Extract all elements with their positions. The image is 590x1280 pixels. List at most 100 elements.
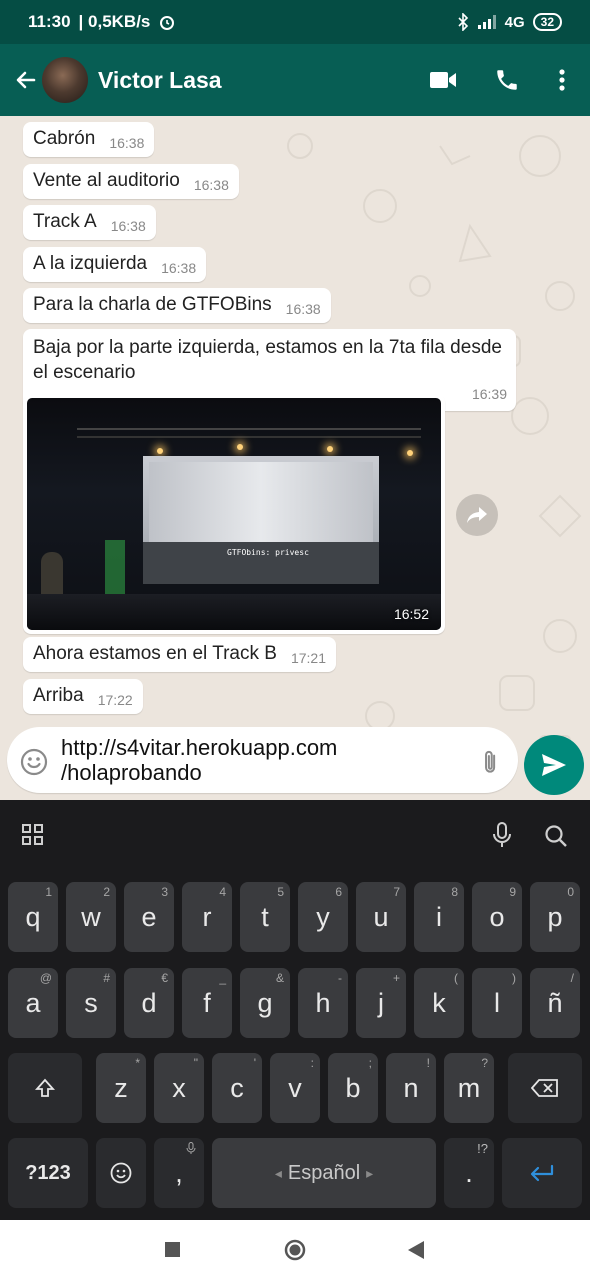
letter-key[interactable]: g & [240, 968, 290, 1038]
letter-key[interactable]: y6 [298, 882, 348, 952]
key-hint: # [103, 971, 110, 985]
space-key[interactable]: ◂ Español ▸ [212, 1138, 436, 1208]
key-label: m [457, 1072, 481, 1103]
letter-key[interactable]: d € [124, 968, 174, 1038]
image-message[interactable]: GTFObins: privesc 16:52 [23, 394, 445, 634]
letter-key[interactable]: e3 [124, 882, 174, 952]
emoji-icon[interactable] [19, 747, 49, 777]
letter-key[interactable]: l) [472, 968, 522, 1038]
key-hint: 2 [103, 885, 110, 899]
letter-key[interactable]: r4 [182, 882, 232, 952]
message-bubble[interactable]: Track A 16:38 [23, 205, 156, 240]
key-hint: ; [368, 1056, 372, 1070]
letter-key[interactable]: o9 [472, 882, 522, 952]
attachment-icon[interactable] [477, 747, 507, 777]
key-label: x [172, 1072, 186, 1103]
letter-key[interactable]: b; [328, 1053, 378, 1123]
stage-truss [77, 428, 421, 438]
enter-key[interactable] [502, 1138, 582, 1208]
more-options-button[interactable] [554, 63, 570, 97]
avatar[interactable] [42, 57, 88, 103]
message-bubble[interactable]: Arriba 17:22 [23, 679, 143, 714]
letter-key[interactable]: z * [96, 1053, 146, 1123]
contact-name[interactable]: Victor Lasa [98, 67, 222, 94]
key-hint: " [193, 1056, 198, 1070]
key-row: ?123 , ◂ Español ▸ . !? [0, 1138, 590, 1208]
key-hint: ? [481, 1056, 488, 1070]
letter-key[interactable]: m? [444, 1053, 494, 1123]
symbols-key[interactable]: ?123 [8, 1138, 88, 1208]
letter-key[interactable]: n! [386, 1053, 436, 1123]
key-hint: - [338, 971, 342, 985]
emoji-key[interactable] [96, 1138, 146, 1208]
message-text: Ahora estamos en el Track B [33, 643, 277, 664]
key-hint: 5 [277, 885, 284, 899]
letter-key[interactable]: w2 [66, 882, 116, 952]
apps-grid-icon[interactable] [22, 824, 44, 846]
key-label: g [257, 987, 273, 1018]
composer-bar: http://s4vitar.herokuapp.com /holaproban… [0, 716, 590, 800]
key-label: y [316, 901, 330, 932]
key-label: q [25, 901, 41, 932]
key-label: z [114, 1072, 128, 1103]
letter-key[interactable]: k( [414, 968, 464, 1038]
space-label: Español [287, 1161, 361, 1184]
letter-key[interactable]: q1 [8, 882, 58, 952]
recents-icon[interactable] [165, 1242, 180, 1257]
shift-key[interactable] [8, 1053, 82, 1123]
voice-call-button[interactable] [490, 63, 524, 97]
letter-key[interactable]: p0 [530, 882, 580, 952]
media-time: 16:52 [393, 606, 429, 622]
comma-label: , [175, 1157, 183, 1188]
period-key[interactable]: . !? [444, 1138, 494, 1208]
search-icon[interactable] [544, 824, 568, 848]
message-input-text[interactable]: http://s4vitar.herokuapp.com /holaproban… [61, 735, 461, 785]
message-bubble[interactable]: A la izquierda 16:38 [23, 247, 207, 282]
video-call-button[interactable] [426, 63, 460, 97]
chevron-right-icon: ▸ [366, 1164, 374, 1181]
key-hint: € [161, 971, 168, 985]
back-nav-icon[interactable] [408, 1241, 424, 1259]
letter-key[interactable]: s # [66, 968, 116, 1038]
message-input[interactable]: http://s4vitar.herokuapp.com /holaproban… [7, 727, 518, 793]
home-icon[interactable] [284, 1239, 306, 1261]
message-bubble[interactable]: Vente al auditorio 16:38 [23, 164, 239, 199]
key-hint: / [570, 971, 574, 985]
key-label: t [261, 901, 269, 932]
period-hint: !? [477, 1141, 488, 1156]
letter-key[interactable]: j + [356, 968, 406, 1038]
letter-key[interactable]: h- [298, 968, 348, 1038]
letter-key[interactable]: u7 [356, 882, 406, 952]
message-time: 16:39 [471, 386, 507, 402]
letter-key[interactable]: t5 [240, 882, 290, 952]
period-label: . [465, 1157, 473, 1188]
letter-key[interactable]: a @ [8, 968, 58, 1038]
keyboard: q1w2e3r4t5y6u7i8o9p0 a @ s # d € f _ g & h - j + k(l) ñ… [0, 800, 590, 1220]
key-label: d [141, 987, 157, 1018]
letter-key[interactable]: x " [154, 1053, 204, 1123]
key-label: b [345, 1072, 361, 1103]
letter-key[interactable]: v: [270, 1053, 320, 1123]
key-hint: 8 [451, 885, 458, 899]
send-button[interactable] [524, 735, 584, 795]
backspace-key[interactable] [508, 1053, 582, 1123]
letter-key[interactable]: i8 [414, 882, 464, 952]
message-bubble[interactable]: Ahora estamos en el Track B 17:21 [23, 637, 336, 672]
backspace-icon [531, 1079, 558, 1097]
message-text: Vente al auditorio [33, 170, 180, 191]
message-bubble[interactable]: Cabrón 16:38 [23, 122, 155, 157]
key-label: v [288, 1072, 302, 1103]
forward-button[interactable] [456, 494, 498, 536]
letter-key[interactable]: c ' [212, 1053, 262, 1123]
conference-photo[interactable]: GTFObins: privesc 16:52 [27, 398, 441, 630]
key-label: r [202, 901, 212, 932]
key-hint: 9 [509, 885, 516, 899]
letter-key[interactable]: ñ / [530, 968, 580, 1038]
back-button[interactable] [8, 68, 44, 92]
comma-key[interactable]: , [154, 1138, 204, 1208]
chat-area[interactable]: Cabrón 16:38 Vente al auditorio 16:38 Trac… [0, 116, 590, 800]
key-hint: 0 [567, 885, 574, 899]
letter-key[interactable]: f _ [182, 968, 232, 1038]
message-bubble[interactable]: Para la charla de GTFOBins 16:38 [23, 288, 331, 323]
microphone-icon[interactable] [490, 822, 514, 848]
